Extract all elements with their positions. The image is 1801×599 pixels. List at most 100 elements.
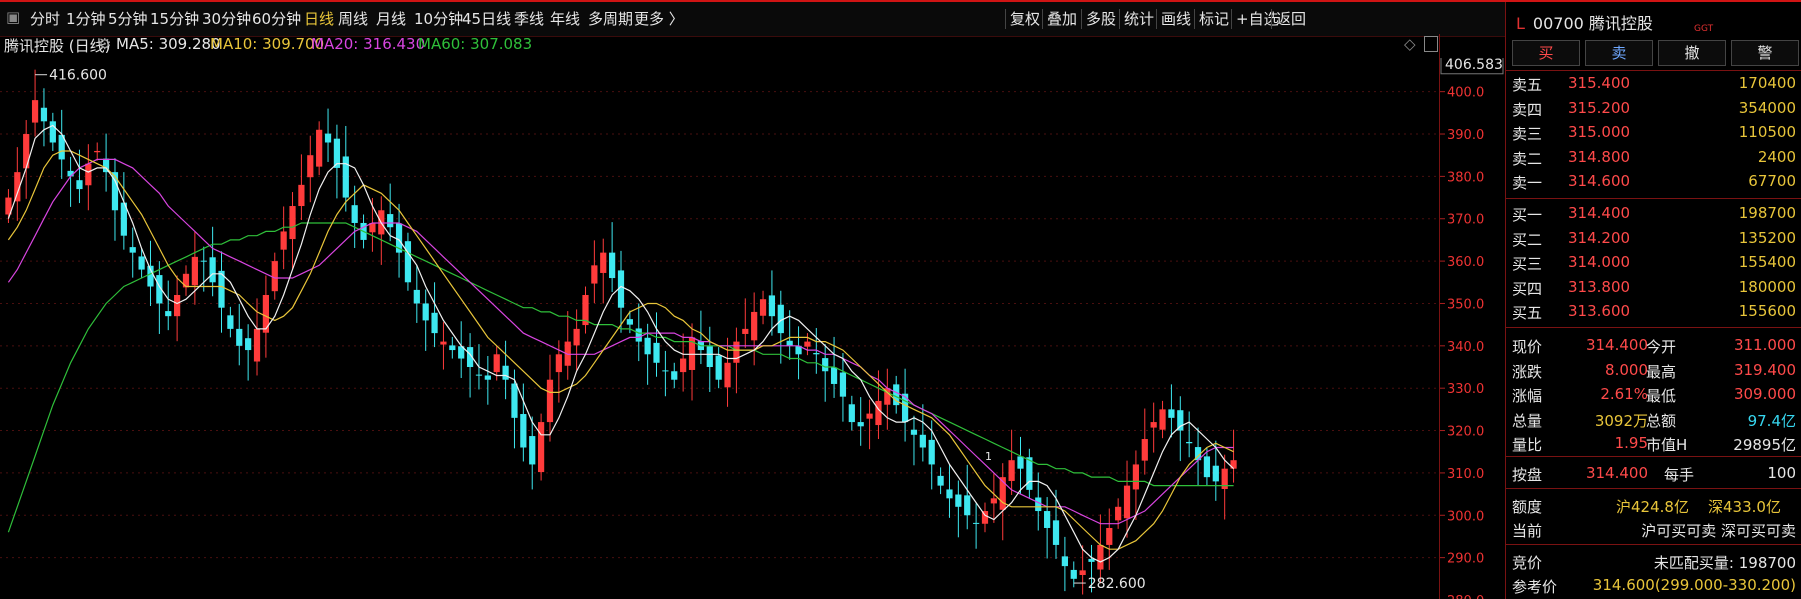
bid-volume: 180000 xyxy=(1738,277,1796,296)
ask-volume: 110500 xyxy=(1738,123,1796,141)
candle-body xyxy=(262,294,269,333)
period-tab-12[interactable]: 年线 xyxy=(550,8,580,29)
divider xyxy=(1506,488,1801,489)
candle-body xyxy=(23,134,30,169)
current-row: 当前 沪可买可卖 深可买可卖 xyxy=(1506,516,1801,542)
tool-button-5[interactable]: 标记 xyxy=(1199,8,1229,29)
ask-row: 卖一 314.600 67700 xyxy=(1506,168,1801,194)
stat-value: 314.400 xyxy=(1585,336,1648,354)
candle-body xyxy=(1123,485,1131,519)
candle-body xyxy=(990,498,997,504)
stat-value: 8.000 xyxy=(1605,360,1648,379)
cancel-order-button[interactable]: 撤 xyxy=(1658,40,1726,66)
candle-body xyxy=(227,315,234,329)
stat-value: 29895亿 xyxy=(1733,436,1796,454)
candle-body xyxy=(875,400,882,426)
period-tab-2[interactable]: 5分钟 xyxy=(108,8,148,29)
period-tab-7[interactable]: 周线 xyxy=(338,8,368,29)
candlestick-chart[interactable]: 400.0 390.0 380.0 370.0 360.0 350.0 340.0 330.0… xyxy=(0,58,1505,599)
tool-button-1[interactable]: 叠加 xyxy=(1047,8,1077,29)
toolbar-separator xyxy=(1042,9,1043,29)
candle-body xyxy=(973,522,980,524)
candle-body xyxy=(280,231,287,250)
buy-button[interactable]: 买 xyxy=(1512,40,1580,66)
ask-price: 315.400 xyxy=(1568,74,1631,92)
y-tick-label: 280.0 xyxy=(1447,594,1484,599)
period-tab-0[interactable]: 分时 xyxy=(30,8,60,29)
period-tab-10[interactable]: 45日线 xyxy=(462,8,511,29)
period-tab-9[interactable]: 10分钟 xyxy=(414,8,463,29)
stat-row: 总量 3092万 总额 97.4亿 xyxy=(1506,406,1801,432)
candle-body xyxy=(475,374,483,376)
divider xyxy=(1506,456,1801,457)
y-tick-label: 360.0 xyxy=(1447,255,1484,270)
candle-body xyxy=(786,340,793,346)
candle-body xyxy=(1061,556,1068,567)
stat-label: 最低 xyxy=(1646,387,1677,405)
candle-body xyxy=(520,414,527,448)
tool-button-7[interactable]: 返回 xyxy=(1276,8,1306,29)
candle-body xyxy=(546,379,554,423)
settings-gear-icon[interactable]: ⚙ xyxy=(98,35,111,53)
bid-row: 买二 314.200 135200 xyxy=(1506,225,1801,251)
candle-body xyxy=(511,383,518,418)
alert-button[interactable]: 警 xyxy=(1731,40,1799,66)
price-axis-border xyxy=(1439,34,1440,599)
bid-price: 314.000 xyxy=(1568,253,1631,271)
tool-button-4[interactable]: 画线 xyxy=(1161,8,1191,29)
candle-body xyxy=(591,265,598,284)
period-tab-8[interactable]: 月线 xyxy=(376,8,406,29)
candle-body xyxy=(751,311,758,341)
toolbar-menu-icon[interactable]: ▣ xyxy=(6,8,20,26)
candle-body xyxy=(822,358,829,372)
candle-body xyxy=(129,247,136,253)
period-tab-13[interactable]: 多周期 xyxy=(588,8,633,29)
candle-body xyxy=(1079,570,1086,576)
period-tab-11[interactable]: 季线 xyxy=(514,8,544,29)
window-toggle-icon[interactable] xyxy=(1424,36,1438,52)
y-tick-label: 330.0 xyxy=(1447,382,1484,397)
ask-volume: 67700 xyxy=(1748,172,1796,190)
candle-body xyxy=(759,299,767,316)
period-tab-14[interactable]: 更多 〉 xyxy=(634,8,684,29)
reference-value: 314.600(299.000-330.200) xyxy=(1592,576,1796,594)
diamond-icon[interactable]: ◇ xyxy=(1404,35,1416,53)
bid-price: 314.400 xyxy=(1568,204,1631,222)
period-tab-3[interactable]: 15分钟 xyxy=(150,8,199,29)
stat-value: 3092万 xyxy=(1594,411,1648,430)
ask-row: 卖五 315.400 170400 xyxy=(1506,70,1801,96)
candle-body xyxy=(85,163,92,186)
ask-price: 314.800 xyxy=(1568,147,1631,166)
tool-button-2[interactable]: 多股 xyxy=(1086,8,1116,29)
y-tick-label: 400.0 xyxy=(1447,86,1484,101)
quota-sh-value: 沪424.8亿 xyxy=(1616,498,1689,516)
stat-row: 涨跌 8.000 最高 319.400 xyxy=(1506,357,1801,383)
candle-body xyxy=(1168,409,1175,418)
candle-body xyxy=(1159,409,1166,430)
annotation-marker: 1 xyxy=(985,450,992,463)
tool-button-0[interactable]: 复权 xyxy=(1010,8,1040,29)
ask-label: 卖一 xyxy=(1512,174,1543,192)
tool-button-6[interactable]: +自选 xyxy=(1236,8,1279,29)
period-tab-4[interactable]: 30分钟 xyxy=(202,8,251,29)
stat-value: 2.61% xyxy=(1600,385,1648,403)
candle-body xyxy=(937,475,944,486)
period-tab-5[interactable]: 60分钟 xyxy=(252,8,301,29)
bid-volume: 155400 xyxy=(1738,253,1796,271)
ask-row: 卖四 315.200 354000 xyxy=(1506,95,1801,121)
sell-button[interactable]: 卖 xyxy=(1585,40,1653,66)
y-tick-label: 310.0 xyxy=(1447,467,1484,482)
period-tab-6[interactable]: 日线 xyxy=(304,8,334,29)
ask-label: 卖三 xyxy=(1512,125,1543,143)
candle-body xyxy=(830,367,838,384)
ma5-line xyxy=(7,124,1235,563)
y-tick-label: 350.0 xyxy=(1447,297,1484,312)
candle-body xyxy=(964,495,971,516)
candle-body xyxy=(555,354,562,373)
candle-body xyxy=(253,328,261,362)
tool-button-3[interactable]: 统计 xyxy=(1124,8,1154,29)
stock-code-name: 00700 腾讯控股 xyxy=(1532,14,1653,33)
period-tab-1[interactable]: 1分钟 xyxy=(66,8,106,29)
bid-volume: 155600 xyxy=(1738,302,1796,320)
ask-price: 315.200 xyxy=(1568,98,1631,117)
